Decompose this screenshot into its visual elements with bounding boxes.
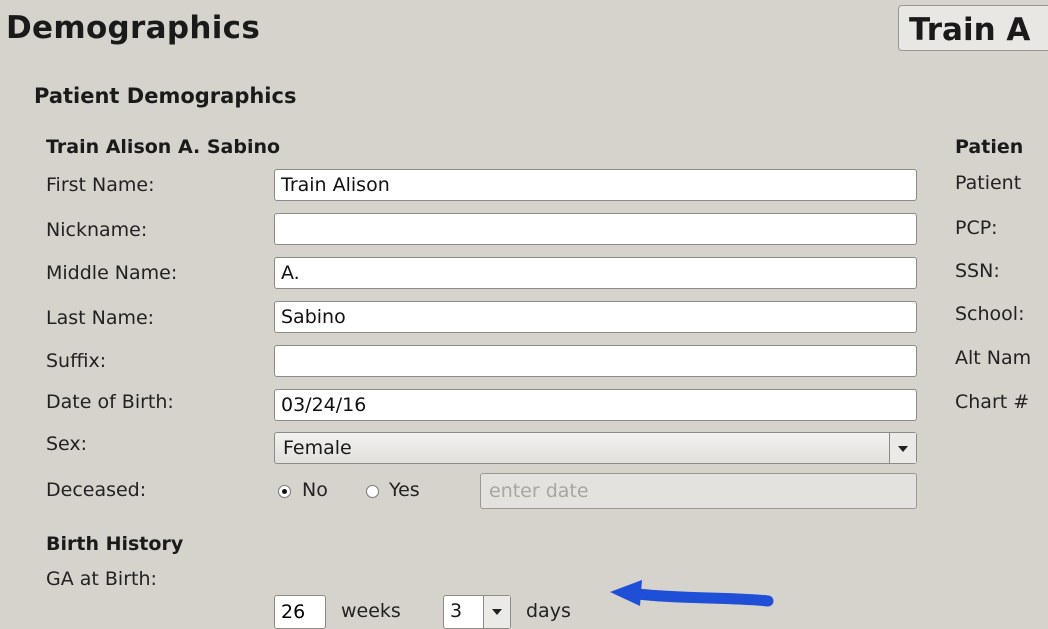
sex-selected-value: Female bbox=[283, 437, 352, 459]
patient-name-button[interactable]: Train A bbox=[898, 5, 1048, 51]
last-name-label: Last Name: bbox=[46, 307, 155, 329]
chevron-down-icon bbox=[898, 446, 908, 452]
dob-label: Date of Birth: bbox=[46, 391, 174, 413]
sex-dropdown-button[interactable] bbox=[889, 433, 916, 463]
annotation-arrow-icon bbox=[610, 580, 774, 607]
dob-field[interactable] bbox=[274, 389, 917, 421]
sex-select[interactable]: Female bbox=[274, 432, 917, 464]
middle-name-label: Middle Name: bbox=[46, 262, 178, 284]
ga-days-dropdown-button[interactable] bbox=[483, 596, 510, 628]
ga-days-select[interactable]: 3 bbox=[443, 595, 511, 629]
ga-days-value: 3 bbox=[450, 600, 463, 622]
right-panel-heading: Patien bbox=[955, 136, 1024, 158]
deceased-date-field[interactable] bbox=[480, 473, 917, 509]
deceased-yes-radio[interactable] bbox=[366, 485, 379, 498]
ga-weeks-field[interactable] bbox=[274, 595, 326, 629]
nickname-label: Nickname: bbox=[46, 219, 148, 241]
weeks-unit-label: weeks bbox=[341, 600, 401, 622]
first-name-field[interactable] bbox=[274, 169, 917, 201]
right-label-patient: Patient bbox=[955, 172, 1022, 194]
deceased-no-label[interactable]: No bbox=[302, 479, 328, 501]
birth-history-title: Birth History bbox=[46, 533, 184, 555]
suffix-label: Suffix: bbox=[46, 350, 107, 372]
chevron-down-icon bbox=[492, 609, 502, 615]
ga-birth-label: GA at Birth: bbox=[46, 568, 157, 590]
last-name-field[interactable] bbox=[274, 301, 917, 333]
sex-label: Sex: bbox=[46, 433, 88, 455]
nickname-field[interactable] bbox=[274, 213, 917, 245]
days-unit-label: days bbox=[526, 600, 571, 622]
section-title: Patient Demographics bbox=[34, 84, 297, 108]
suffix-field[interactable] bbox=[274, 345, 917, 377]
right-label-chart: Chart # bbox=[955, 391, 1030, 413]
deceased-yes-label[interactable]: Yes bbox=[389, 479, 420, 501]
deceased-no-radio[interactable] bbox=[278, 485, 291, 498]
middle-name-field[interactable] bbox=[274, 257, 917, 289]
right-label-alt-name: Alt Nam bbox=[955, 347, 1032, 369]
deceased-label: Deceased: bbox=[46, 479, 147, 501]
right-label-ssn: SSN: bbox=[955, 260, 1000, 282]
first-name-label: First Name: bbox=[46, 174, 155, 196]
page-title: Demographics bbox=[6, 10, 261, 46]
right-label-pcp: PCP: bbox=[955, 217, 998, 239]
right-label-school: School: bbox=[955, 303, 1025, 325]
patient-full-name: Train Alison A. Sabino bbox=[46, 136, 281, 158]
